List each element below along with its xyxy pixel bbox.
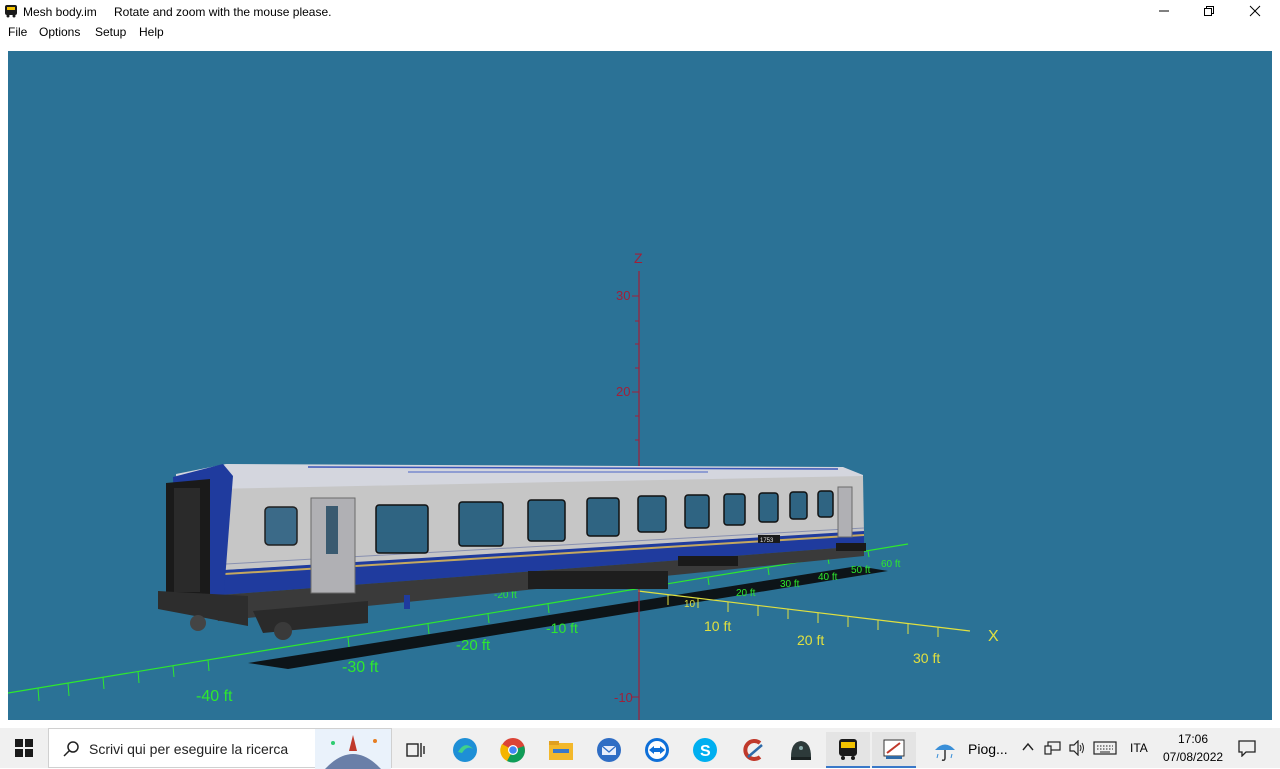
z-tick-label: 30 <box>616 288 630 303</box>
taskbar-app-thunderbird[interactable] <box>587 732 631 768</box>
train-app-icon <box>839 739 857 760</box>
chrome-browser-icon <box>500 738 525 763</box>
taskbar-app-ccleaner[interactable] <box>731 732 775 768</box>
task-view-button[interactable] <box>394 732 438 768</box>
teamviewer-icon <box>645 738 669 762</box>
car-number-plate: 1753 <box>760 538 774 544</box>
title-bar: Mesh body.im Rotate and zoom with the mo… <box>0 0 1280 22</box>
task-view-icon <box>406 743 425 757</box>
taskbar-app-editor[interactable] <box>872 732 916 768</box>
z-tick-label: 20 <box>616 384 630 399</box>
chevron-up-icon[interactable] <box>1022 742 1034 752</box>
far-tick-label: 30 ft <box>780 579 800 590</box>
far-tick-label: 50 ft <box>851 565 871 576</box>
input-language[interactable]: ITA <box>1130 741 1148 755</box>
mail-client-icon <box>597 738 621 762</box>
helmet-app-icon <box>791 741 811 760</box>
start-button[interactable] <box>0 728 48 768</box>
taskbar-app-explorer[interactable] <box>539 732 583 768</box>
keyboard-icon[interactable] <box>1093 740 1117 756</box>
train-app-icon <box>5 5 17 18</box>
weather-text[interactable]: Piog... <box>968 741 1008 757</box>
restore-button[interactable] <box>1186 0 1232 22</box>
taskbar-app-teamviewer[interactable] <box>635 732 679 768</box>
taskbar-app-chrome[interactable] <box>491 732 535 768</box>
y-tick-label: -40 ft <box>196 688 233 705</box>
taskbar: Scrivi qui per eseguire la ricerca S Pio… <box>0 728 1280 769</box>
weather-widget-icon-area[interactable] <box>930 732 960 768</box>
window-subtitle: Rotate and zoom with the mouse please. <box>114 5 332 19</box>
svg-text:S: S <box>700 743 711 760</box>
menu-help[interactable]: Help <box>139 25 164 39</box>
close-button[interactable] <box>1232 0 1278 22</box>
clock-time[interactable]: 17:06 <box>1178 732 1208 746</box>
x-tick-label: 10 ft <box>704 618 731 634</box>
taskbar-app-helmet[interactable] <box>779 732 823 768</box>
z-axis-label: Z <box>634 250 643 266</box>
taskbar-app-skype[interactable]: S <box>683 732 727 768</box>
network-icon[interactable] <box>1044 740 1062 756</box>
menu-setup[interactable]: Setup <box>95 25 126 39</box>
y-tick-label: -30 ft <box>342 659 379 676</box>
far-tick-label: 40 ft <box>818 572 838 583</box>
window-title: Mesh body.im <box>23 5 97 19</box>
search-placeholder: Scrivi qui per eseguire la ricerca <box>89 741 289 757</box>
edge-browser-icon <box>453 738 477 762</box>
menu-bar: File Options Setup Help <box>0 22 1280 42</box>
windows-icon <box>15 739 33 757</box>
document-editor-icon <box>883 739 905 759</box>
far-tick-label: 60 ft <box>881 559 901 570</box>
clock-date[interactable]: 07/08/2022 <box>1163 750 1223 764</box>
minimize-button[interactable] <box>1141 0 1187 22</box>
search-highlight-illustration-icon <box>315 729 391 769</box>
folder-icon <box>549 741 573 760</box>
taskbar-app-edge[interactable] <box>443 732 487 768</box>
menu-file[interactable]: File <box>8 25 27 39</box>
ccleaner-icon <box>743 739 763 761</box>
minimize-icon <box>1159 10 1169 12</box>
close-icon <box>1249 5 1261 17</box>
far-tick-label: 10 <box>684 599 696 610</box>
far-tick-label: 20 ft <box>736 588 756 599</box>
taskbar-search-box[interactable]: Scrivi qui per eseguire la ricerca <box>48 728 392 769</box>
menu-options[interactable]: Options <box>39 25 80 39</box>
x-axis-line <box>637 590 971 632</box>
speaker-icon[interactable] <box>1068 740 1086 756</box>
y-tick-label: -10 ft <box>546 620 578 636</box>
y-tick-label: -20 ft <box>456 637 491 654</box>
x-tick-label: 20 ft <box>797 632 824 648</box>
taskbar-app-train-viewer[interactable] <box>826 732 870 768</box>
rain-umbrella-icon <box>935 744 955 761</box>
x-axis-label: X <box>988 628 999 645</box>
notification-icon[interactable] <box>1238 739 1256 757</box>
search-icon <box>63 741 79 757</box>
viewport-canvas: Z X 30 20 -10 10 ft 20 ft 30 ft -40 ft -… <box>8 250 999 720</box>
3d-viewport[interactable]: Z X 30 20 -10 10 ft 20 ft 30 ft -40 ft -… <box>8 51 1272 720</box>
restore-icon <box>1204 6 1214 16</box>
skype-icon: S <box>693 738 717 762</box>
railway-car-model: 1753 <box>158 464 866 640</box>
z-tick-label: -10 <box>614 690 633 705</box>
x-tick-label: 30 ft <box>913 650 940 666</box>
